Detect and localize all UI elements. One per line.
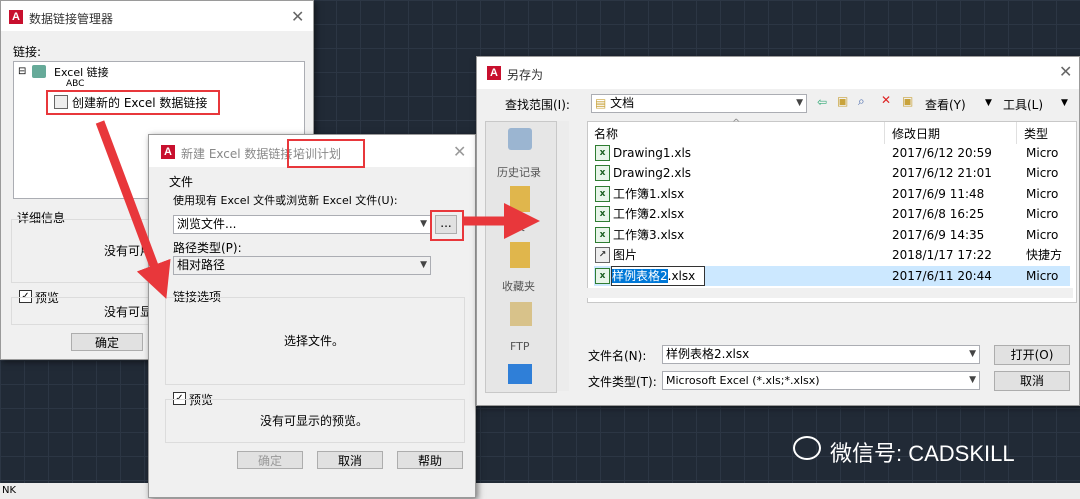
- annotation-arrows: [95, 120, 540, 299]
- wechat-icon: [793, 436, 821, 460]
- arrow-to-dialog: [95, 120, 171, 299]
- watermark-text: 微信号: CADSKILL: [830, 441, 1015, 466]
